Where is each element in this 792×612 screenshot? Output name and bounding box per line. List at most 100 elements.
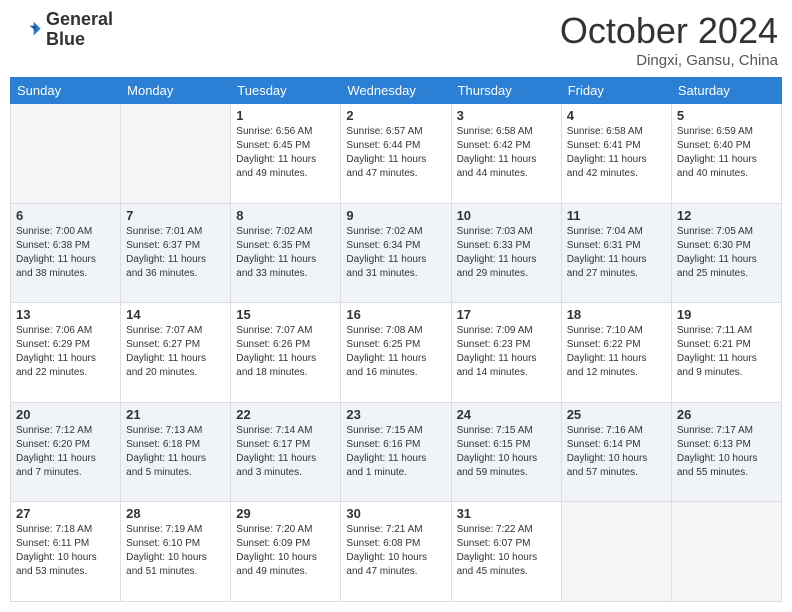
calendar-cell bbox=[11, 104, 121, 204]
cell-sun-info: Sunrise: 6:58 AM Sunset: 6:42 PM Dayligh… bbox=[457, 125, 556, 181]
cell-sun-info: Sunrise: 7:08 AM Sunset: 6:25 PM Dayligh… bbox=[346, 324, 445, 380]
cell-sun-info: Sunrise: 7:15 AM Sunset: 6:16 PM Dayligh… bbox=[346, 424, 445, 480]
day-number: 31 bbox=[457, 506, 556, 521]
location-subtitle: Dingxi, Gansu, China bbox=[560, 52, 778, 69]
cell-sun-info: Sunrise: 7:07 AM Sunset: 6:27 PM Dayligh… bbox=[126, 324, 225, 380]
day-number: 14 bbox=[126, 307, 225, 322]
calendar-cell: 28Sunrise: 7:19 AM Sunset: 6:10 PM Dayli… bbox=[121, 502, 231, 602]
cell-sun-info: Sunrise: 7:22 AM Sunset: 6:07 PM Dayligh… bbox=[457, 523, 556, 579]
cell-sun-info: Sunrise: 7:10 AM Sunset: 6:22 PM Dayligh… bbox=[567, 324, 666, 380]
day-number: 1 bbox=[236, 108, 335, 123]
cell-sun-info: Sunrise: 7:15 AM Sunset: 6:15 PM Dayligh… bbox=[457, 424, 556, 480]
day-number: 4 bbox=[567, 108, 666, 123]
calendar-cell: 4 Sunrise: 6:58 AM Sunset: 6:41 PM Daylig… bbox=[561, 104, 671, 204]
day-number: 6 bbox=[16, 208, 115, 223]
calendar-cell: 1 Sunrise: 6:56 AM Sunset: 6:45 PM Daylig… bbox=[231, 104, 341, 204]
day-number: 21 bbox=[126, 407, 225, 422]
cell-sun-info: Sunrise: 6:58 AM Sunset: 6:41 PM Dayligh… bbox=[567, 125, 666, 181]
weekday-header-monday: Monday bbox=[121, 78, 231, 104]
page: General Blue October 2024 Dingxi, Gansu,… bbox=[0, 0, 792, 612]
day-number: 16 bbox=[346, 307, 445, 322]
calendar-cell: 6Sunrise: 7:00 AM Sunset: 6:38 PM Daylig… bbox=[11, 203, 121, 303]
calendar-cell bbox=[121, 104, 231, 204]
day-number: 13 bbox=[16, 307, 115, 322]
calendar-cell: 25 Sunrise: 7:16 AM Sunset: 6:14 PM Dayli… bbox=[561, 402, 671, 502]
calendar-cell: 9 Sunrise: 7:02 AM Sunset: 6:34 PM Daylig… bbox=[341, 203, 451, 303]
day-number: 20 bbox=[16, 407, 115, 422]
calendar-cell: 13 Sunrise: 7:06 AM Sunset: 6:29 PM Dayli… bbox=[11, 303, 121, 403]
calendar-cell: 17 Sunrise: 7:09 AM Sunset: 6:23 PM Dayli… bbox=[451, 303, 561, 403]
cell-sun-info: Sunrise: 7:01 AM Sunset: 6:37 PM Dayligh… bbox=[126, 225, 225, 281]
weekday-header-thursday: Thursday bbox=[451, 78, 561, 104]
calendar-cell: 24Sunrise: 7:15 AM Sunset: 6:15 PM Dayli… bbox=[451, 402, 561, 502]
day-number: 22 bbox=[236, 407, 335, 422]
calendar-cell: 12 Sunrise: 7:05 AM Sunset: 6:30 PM Dayli… bbox=[671, 203, 781, 303]
calendar-week-row: 1 Sunrise: 6:56 AM Sunset: 6:45 PM Daylig… bbox=[11, 104, 782, 204]
day-number: 2 bbox=[346, 108, 445, 123]
calendar-cell: 16 Sunrise: 7:08 AM Sunset: 6:25 PM Dayli… bbox=[341, 303, 451, 403]
calendar-cell: 5 Sunrise: 6:59 AM Sunset: 6:40 PM Daylig… bbox=[671, 104, 781, 204]
calendar-cell: 23 Sunrise: 7:15 AM Sunset: 6:16 PM Dayli… bbox=[341, 402, 451, 502]
day-number: 19 bbox=[677, 307, 776, 322]
cell-sun-info: Sunrise: 7:07 AM Sunset: 6:26 PM Dayligh… bbox=[236, 324, 335, 380]
calendar-cell: 18Sunrise: 7:10 AM Sunset: 6:22 PM Dayli… bbox=[561, 303, 671, 403]
weekday-header-saturday: Saturday bbox=[671, 78, 781, 104]
cell-sun-info: Sunrise: 7:18 AM Sunset: 6:11 PM Dayligh… bbox=[16, 523, 115, 579]
calendar-week-row: 27 Sunrise: 7:18 AM Sunset: 6:11 PM Dayli… bbox=[11, 502, 782, 602]
cell-sun-info: Sunrise: 7:05 AM Sunset: 6:30 PM Dayligh… bbox=[677, 225, 776, 281]
day-number: 23 bbox=[346, 407, 445, 422]
day-number: 28 bbox=[126, 506, 225, 521]
calendar-cell: 22 Sunrise: 7:14 AM Sunset: 6:17 PM Dayli… bbox=[231, 402, 341, 502]
calendar-cell: 3 Sunrise: 6:58 AM Sunset: 6:42 PM Daylig… bbox=[451, 104, 561, 204]
cell-sun-info: Sunrise: 6:57 AM Sunset: 6:44 PM Dayligh… bbox=[346, 125, 445, 181]
weekday-header-friday: Friday bbox=[561, 78, 671, 104]
cell-sun-info: Sunrise: 7:11 AM Sunset: 6:21 PM Dayligh… bbox=[677, 324, 776, 380]
day-number: 25 bbox=[567, 407, 666, 422]
day-number: 29 bbox=[236, 506, 335, 521]
calendar-cell: 7 Sunrise: 7:01 AM Sunset: 6:37 PM Daylig… bbox=[121, 203, 231, 303]
logo-text: General Blue bbox=[46, 10, 113, 50]
calendar-cell: 8 Sunrise: 7:02 AM Sunset: 6:35 PM Daylig… bbox=[231, 203, 341, 303]
day-number: 3 bbox=[457, 108, 556, 123]
day-number: 27 bbox=[16, 506, 115, 521]
calendar-cell: 21Sunrise: 7:13 AM Sunset: 6:18 PM Dayli… bbox=[121, 402, 231, 502]
calendar-week-row: 6Sunrise: 7:00 AM Sunset: 6:38 PM Daylig… bbox=[11, 203, 782, 303]
weekday-header-wednesday: Wednesday bbox=[341, 78, 451, 104]
day-number: 8 bbox=[236, 208, 335, 223]
cell-sun-info: Sunrise: 7:02 AM Sunset: 6:35 PM Dayligh… bbox=[236, 225, 335, 281]
day-number: 17 bbox=[457, 307, 556, 322]
calendar-cell: 20Sunrise: 7:12 AM Sunset: 6:20 PM Dayli… bbox=[11, 402, 121, 502]
cell-sun-info: Sunrise: 6:56 AM Sunset: 6:45 PM Dayligh… bbox=[236, 125, 335, 181]
logo-icon bbox=[14, 16, 42, 44]
calendar-cell: 15 Sunrise: 7:07 AM Sunset: 6:26 PM Dayli… bbox=[231, 303, 341, 403]
calendar-cell bbox=[561, 502, 671, 602]
cell-sun-info: Sunrise: 7:16 AM Sunset: 6:14 PM Dayligh… bbox=[567, 424, 666, 480]
calendar-cell: 19 Sunrise: 7:11 AM Sunset: 6:21 PM Dayli… bbox=[671, 303, 781, 403]
cell-sun-info: Sunrise: 6:59 AM Sunset: 6:40 PM Dayligh… bbox=[677, 125, 776, 181]
day-number: 11 bbox=[567, 208, 666, 223]
cell-sun-info: Sunrise: 7:09 AM Sunset: 6:23 PM Dayligh… bbox=[457, 324, 556, 380]
logo: General Blue bbox=[14, 10, 113, 50]
cell-sun-info: Sunrise: 7:02 AM Sunset: 6:34 PM Dayligh… bbox=[346, 225, 445, 281]
calendar-cell: 29 Sunrise: 7:20 AM Sunset: 6:09 PM Dayli… bbox=[231, 502, 341, 602]
day-number: 12 bbox=[677, 208, 776, 223]
calendar-cell: 14 Sunrise: 7:07 AM Sunset: 6:27 PM Dayli… bbox=[121, 303, 231, 403]
cell-sun-info: Sunrise: 7:04 AM Sunset: 6:31 PM Dayligh… bbox=[567, 225, 666, 281]
title-block: October 2024 Dingxi, Gansu, China bbox=[560, 10, 778, 69]
cell-sun-info: Sunrise: 7:14 AM Sunset: 6:17 PM Dayligh… bbox=[236, 424, 335, 480]
cell-sun-info: Sunrise: 7:06 AM Sunset: 6:29 PM Dayligh… bbox=[16, 324, 115, 380]
month-title: October 2024 bbox=[560, 10, 778, 52]
calendar-cell bbox=[671, 502, 781, 602]
cell-sun-info: Sunrise: 7:20 AM Sunset: 6:09 PM Dayligh… bbox=[236, 523, 335, 579]
calendar-cell: 27 Sunrise: 7:18 AM Sunset: 6:11 PM Dayli… bbox=[11, 502, 121, 602]
header: General Blue October 2024 Dingxi, Gansu,… bbox=[10, 10, 782, 69]
calendar-cell: 10Sunrise: 7:03 AM Sunset: 6:33 PM Dayli… bbox=[451, 203, 561, 303]
day-number: 7 bbox=[126, 208, 225, 223]
weekday-header-sunday: Sunday bbox=[11, 78, 121, 104]
day-number: 5 bbox=[677, 108, 776, 123]
day-number: 30 bbox=[346, 506, 445, 521]
calendar-cell: 26Sunrise: 7:17 AM Sunset: 6:13 PM Dayli… bbox=[671, 402, 781, 502]
calendar-cell: 2 Sunrise: 6:57 AM Sunset: 6:44 PM Daylig… bbox=[341, 104, 451, 204]
day-number: 15 bbox=[236, 307, 335, 322]
day-number: 9 bbox=[346, 208, 445, 223]
